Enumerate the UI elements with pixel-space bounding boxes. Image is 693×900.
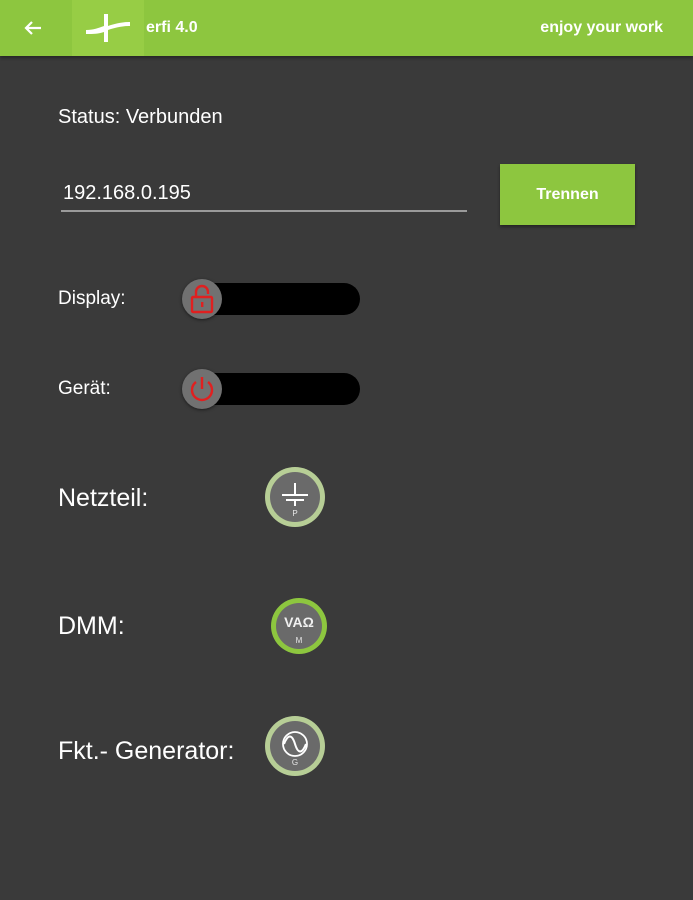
function-generator-icon-bg: G	[270, 721, 320, 771]
dmm-label: DMM:	[58, 612, 125, 640]
lock-open-icon	[190, 284, 214, 314]
power-supply-icon-letter: P	[292, 509, 298, 518]
function-generator-label: Fkt.- Generator:	[58, 737, 235, 765]
display-label: Display:	[58, 288, 126, 309]
power-supply-button[interactable]: P	[265, 467, 325, 527]
connection-status: Status: Verbunden	[58, 106, 223, 128]
power-supply-label: Netzteil:	[58, 484, 149, 512]
erfi-logo-icon	[86, 14, 130, 42]
function-generator-icon-letter: G	[291, 758, 299, 767]
ip-address-input[interactable]	[61, 180, 467, 212]
back-button[interactable]	[18, 14, 48, 42]
app-title: erfi 4.0	[146, 19, 198, 36]
arrow-left-icon	[24, 21, 41, 35]
dmm-icon-letter: M	[295, 636, 303, 645]
disconnect-button[interactable]: Trennen	[500, 164, 635, 225]
device-toggle[interactable]	[182, 369, 360, 409]
display-toggle[interactable]	[182, 279, 360, 319]
function-generator-button[interactable]: G	[265, 716, 325, 776]
dmm-icon-bg: VAΩ M	[276, 603, 322, 649]
app-logo	[72, 0, 144, 56]
device-toggle-knob[interactable]	[182, 369, 222, 409]
app-tagline: enjoy your work	[540, 19, 663, 36]
display-toggle-knob[interactable]	[182, 279, 222, 319]
power-icon	[190, 377, 214, 402]
power-supply-icon-bg: P	[270, 472, 320, 522]
device-label: Gerät:	[58, 378, 111, 399]
dmm-button[interactable]: VAΩ M	[271, 598, 327, 654]
dmm-icon: VAΩ	[284, 614, 314, 630]
app-bar: erfi 4.0 enjoy your work	[0, 0, 693, 56]
